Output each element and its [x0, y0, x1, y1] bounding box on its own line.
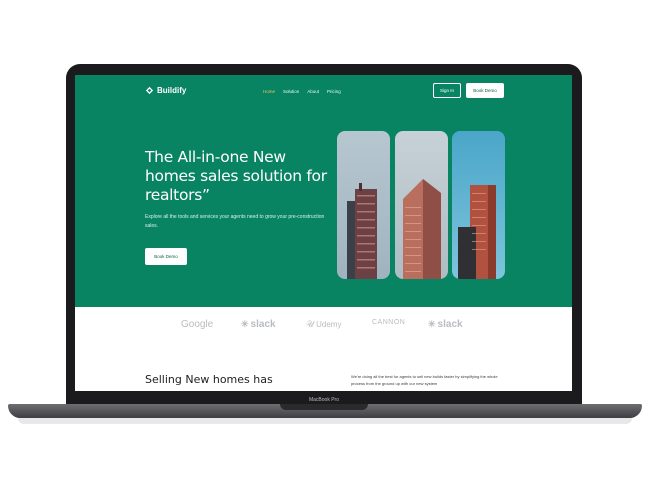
logo-google-text: Google: [181, 319, 214, 330]
nav-link-about[interactable]: About: [307, 89, 319, 94]
brand-logo[interactable]: Buildify: [145, 86, 186, 95]
nav-link-home[interactable]: Home: [263, 89, 275, 94]
hero-title: The All-in-one New homes sales solution …: [145, 148, 327, 204]
laptop-notch: [280, 404, 368, 410]
nav-links: Home Solution About Pricing: [263, 89, 341, 94]
hero-section: Buildify Home Solution About Pricing Sig…: [75, 75, 572, 307]
slack-icon: ✳: [428, 319, 436, 329]
building-image-3: [452, 131, 505, 279]
section-title: Selling New homes has: [145, 373, 273, 386]
logo-cannon-text: CANNON: [372, 319, 406, 326]
hero-subtitle: Explore all the tools and services your …: [145, 214, 325, 229]
laptop-model-label: MacBook Pro: [308, 397, 339, 403]
slack-icon: ✳: [241, 319, 249, 329]
building-image-1: [337, 131, 390, 279]
nav-link-pricing[interactable]: Pricing: [327, 89, 341, 94]
logo-udemy-text: Udemy: [316, 320, 342, 329]
top-nav: Buildify Home Solution About Pricing Sig…: [75, 75, 572, 105]
logo-slack-1: ✳ slack: [241, 319, 276, 330]
logo-slack-1-text: slack: [250, 319, 276, 330]
sign-in-button[interactable]: Sign In: [433, 83, 461, 98]
partner-logos-strip: [75, 307, 572, 367]
building-image-2: [395, 131, 448, 279]
logo-udemy: 𝒰 Udemy: [306, 319, 341, 330]
logo-slack-2: ✳ slack: [428, 319, 463, 330]
logo-google: Google: [181, 319, 213, 330]
logo-slack-2-text: slack: [437, 319, 463, 330]
logo-cannon: CANNON: [372, 319, 405, 326]
laptop-screen: Buildify Home Solution About Pricing Sig…: [75, 75, 572, 391]
section-text: We're doing all the best for agents to s…: [351, 374, 498, 386]
brand-name: Buildify: [157, 86, 187, 95]
book-demo-nav-button[interactable]: Book Demo: [466, 83, 504, 98]
laptop-base-shadow: [18, 418, 632, 424]
udemy-icon: 𝒰: [306, 319, 315, 329]
book-demo-button[interactable]: Book Demo: [145, 248, 187, 265]
nav-link-solution[interactable]: Solution: [283, 89, 299, 94]
logo-icon: [145, 86, 154, 95]
